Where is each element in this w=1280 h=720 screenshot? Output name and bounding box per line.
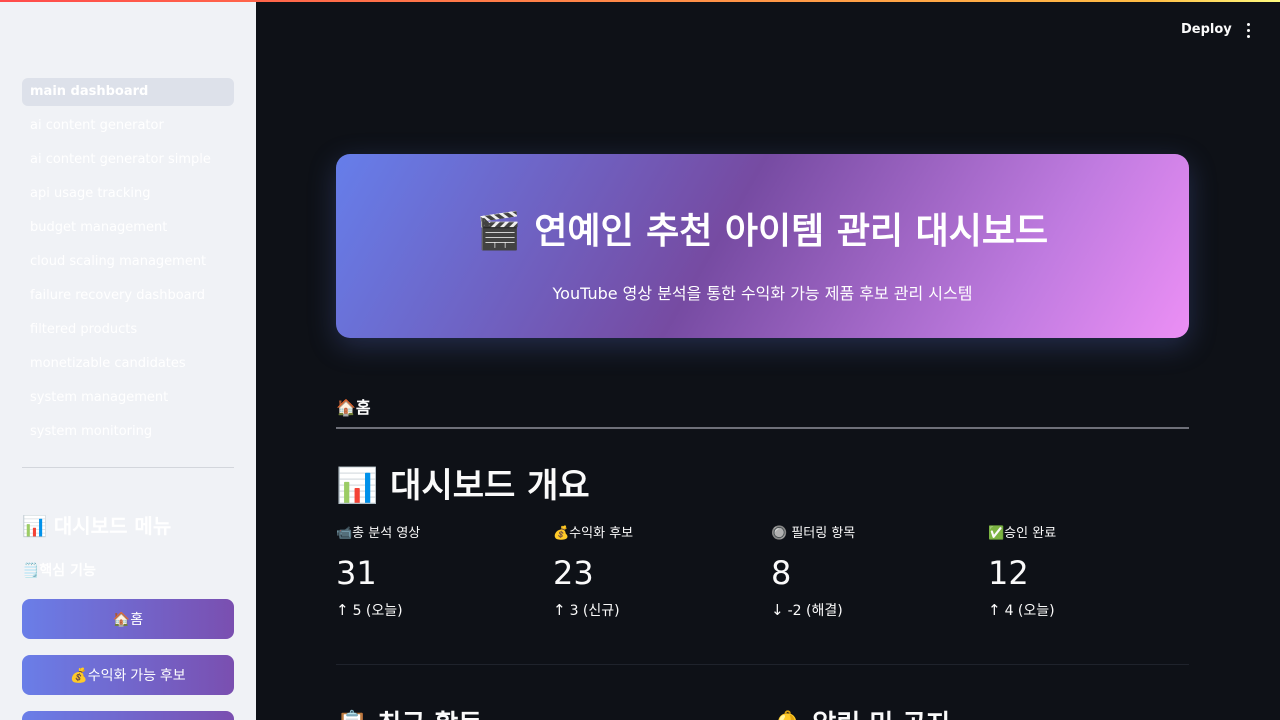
nav-item-ai-content-generator[interactable]: ai content generator [22,112,234,140]
metric-label: 📹총 분석 영상 [336,526,421,541]
metric-value: 23 [553,554,594,592]
home-button[interactable]: 🏠홈 [22,599,234,639]
nav-item-system-monitoring[interactable]: system monitoring [22,418,234,446]
hero-subtitle: YouTube 영상 분석을 통한 수익화 가능 제품 후보 관리 시스템 [552,284,973,303]
metric-value: 8 [771,554,792,592]
sidebar-divider [22,467,234,468]
kebab-menu-icon[interactable] [1238,18,1258,42]
metric-label: 💰수익화 후보 [553,526,634,541]
metric-delta: ↑ 5 (오늘) [336,601,403,619]
metric-value: 31 [336,554,377,592]
sidebar-nav: main dashboard ai content generator ai c… [22,78,234,452]
nav-item-ai-content-generator-simple[interactable]: ai content generator simple [22,146,234,174]
sidebar-menu-title: 📊 대시보드 메뉴 [22,514,172,538]
metric-value: 12 [988,554,1029,592]
hero-banner: 🎬 연예인 추천 아이템 관리 대시보드 YouTube 영상 분석을 통한 수… [336,154,1189,338]
metric-total-videos: 📹총 분석 영상 31 ↑ 5 (오늘) [336,522,536,620]
sidebar-core-label: 🗒️핵심 기능 [22,563,96,579]
nav-item-system-management[interactable]: system management [22,384,234,412]
section-divider [336,427,1189,429]
metric-approved: ✅승인 완료 12 ↑ 4 (오늘) [988,522,1188,620]
nav-item-api-usage-tracking[interactable]: api usage tracking [22,180,234,208]
metric-monetizable-candidates: 💰수익화 후보 23 ↑ 3 (신규) [553,522,753,620]
arrow-down-icon: ↓ [771,601,784,619]
metric-label: 🔘 필터링 항목 [771,526,856,541]
metric-delta: ↑ 4 (오늘) [988,601,1055,619]
overview-title: 📊 대시보드 개요 [336,466,590,506]
metric-delta: ↑ 3 (신규) [553,601,620,619]
metric-delta: ↓ -2 (해결) [771,601,843,619]
top-decoration-bar [0,0,1280,2]
recent-activity-title: 📋 최근 활동 [336,704,482,720]
section-divider-2 [336,664,1189,665]
hero-title: 🎬 연예인 추천 아이템 관리 대시보드 [476,211,1049,252]
alerts-title: 🔔 알림 및 공지 [771,704,950,720]
arrow-up-icon: ↑ [988,601,1001,619]
sidebar-button-partial[interactable] [22,711,234,720]
metric-filtered-items: 🔘 필터링 항목 8 ↓ -2 (해결) [771,522,971,620]
breadcrumb: 🏠홈 [336,398,371,417]
sidebar: main dashboard ai content generator ai c… [0,0,256,720]
nav-item-monetizable-candidates[interactable]: monetizable candidates [22,350,234,378]
nav-item-filtered-products[interactable]: filtered products [22,316,234,344]
nav-item-main-dashboard[interactable]: main dashboard [22,78,234,106]
nav-item-failure-recovery-dashboard[interactable]: failure recovery dashboard [22,282,234,310]
arrow-up-icon: ↑ [336,601,349,619]
deploy-button[interactable]: Deploy [1172,18,1241,42]
monetizable-candidates-button[interactable]: 💰수익화 가능 후보 [22,655,234,695]
nav-item-budget-management[interactable]: budget management [22,214,234,242]
arrow-up-icon: ↑ [553,601,566,619]
nav-item-cloud-scaling-management[interactable]: cloud scaling management [22,248,234,276]
metric-label: ✅승인 완료 [988,526,1057,541]
